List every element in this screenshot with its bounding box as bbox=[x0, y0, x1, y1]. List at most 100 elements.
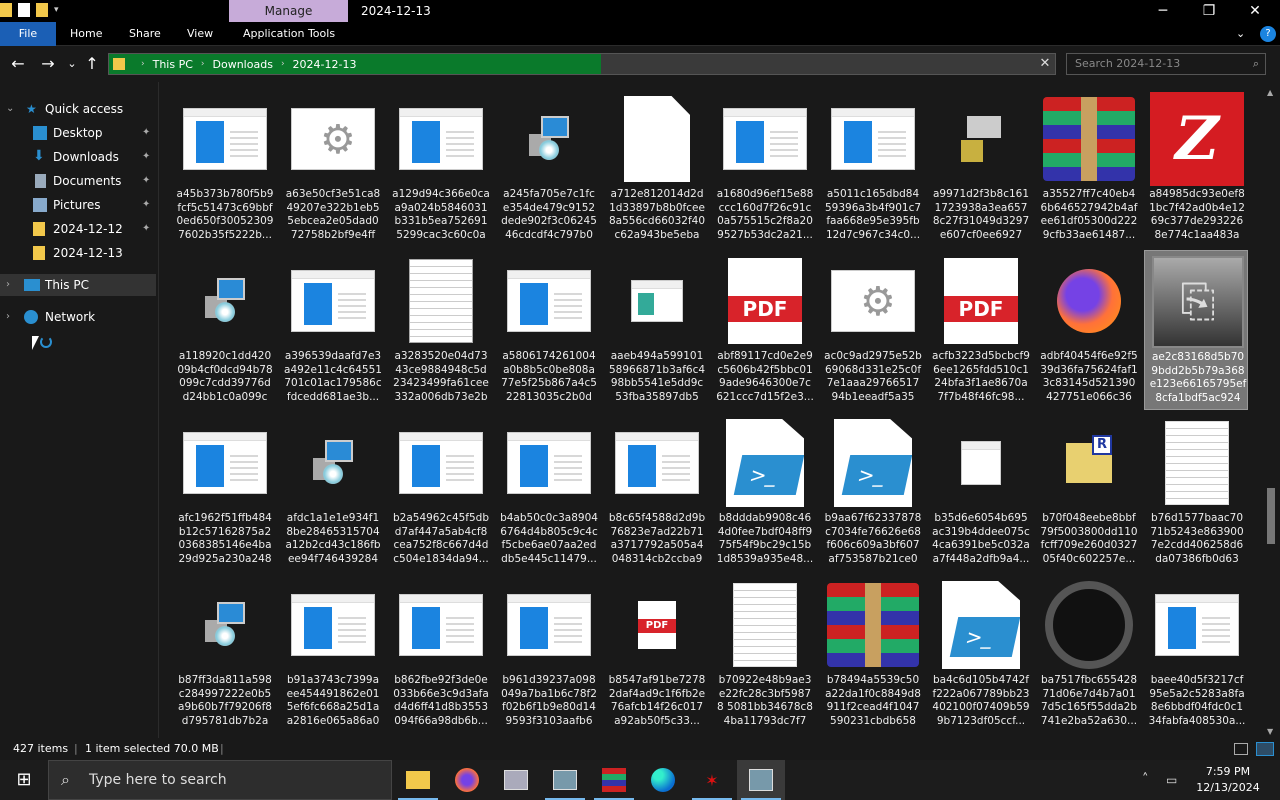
file-tile[interactable]: b862fbe92f3de0e033b66e3c9d3afad4d6ff41d8… bbox=[388, 574, 492, 734]
breadcrumb-this-pc[interactable]: This PC bbox=[153, 58, 193, 71]
file-tile[interactable]: Rb70f048eebe8bbf79f5003800dd110fcff709e2… bbox=[1036, 412, 1140, 572]
file-tile[interactable]: b91a3743c7399aee454491862e015ef6fc668a25… bbox=[280, 574, 384, 734]
file-tile[interactable]: >_ b9aa67f62337878c7034fe76626e68f606c609… bbox=[820, 412, 924, 572]
file-tile[interactable]: a5806174261004a0b8b5c0be808a77e5f25b867a… bbox=[496, 250, 600, 410]
app-taskbar-icon[interactable] bbox=[492, 760, 540, 800]
file-tile[interactable]: b961d39237a098049a7ba1b6c78f2f02b6f1b9e8… bbox=[496, 574, 600, 734]
file-tile[interactable]: b35d6e6054b695ac319b4ddee075c4ca6391be5c… bbox=[928, 412, 1032, 572]
file-tile[interactable]: a9971d2f3b8c1611723938a3ea6578c27f31049d… bbox=[928, 88, 1032, 248]
file-tile[interactable]: PDF b8547af91be72782daf4ad9c1f6fb2e76afcb… bbox=[604, 574, 708, 734]
file-tile[interactable]: a129d94c366e0caa9a024b5846031b331b5ea752… bbox=[388, 88, 492, 248]
file-tile[interactable]: ba7517fbc65542871d06e7d4b7a017d5c165f55d… bbox=[1036, 574, 1140, 734]
file-tile[interactable]: adbf40454f6e92f539d36fa75624faf13c83145d… bbox=[1036, 250, 1140, 410]
customize-qat-icon[interactable]: ▾ bbox=[54, 5, 59, 15]
file-tile[interactable]: baee40d5f3217cf95e5a2c5283a8fa8e6bbdf04f… bbox=[1144, 574, 1248, 734]
tab-home[interactable]: Home bbox=[56, 22, 116, 46]
manage-contextual-header[interactable]: Manage bbox=[229, 0, 348, 22]
pin-icon[interactable]: ✦ bbox=[142, 146, 150, 168]
breadcrumb-separator[interactable]: › bbox=[201, 59, 205, 69]
vertical-scrollbar[interactable]: ▲ ▼ bbox=[1265, 88, 1277, 736]
file-tile[interactable]: ⎘ ae2c83168d5b709bdd2b5b79a368e123e661657… bbox=[1144, 250, 1248, 410]
file-tile[interactable]: a396539daafd7e3a492e11c4c64551701c01ac17… bbox=[280, 250, 384, 410]
details-view-icon[interactable] bbox=[1234, 743, 1248, 755]
breadcrumb-downloads[interactable]: Downloads bbox=[213, 58, 273, 71]
scroll-down-icon[interactable]: ▼ bbox=[1267, 727, 1273, 736]
sidebar-this-pc[interactable]: › This PC bbox=[0, 274, 156, 296]
sidebar-item-downloads[interactable]: ⬇ Downloads ✦ bbox=[0, 146, 156, 168]
file-tile[interactable]: a712e812014d2d1d33897b8b0fcee8a556cd6603… bbox=[604, 88, 708, 248]
taskbar-clock[interactable]: 7:59 PM 12/13/2024 bbox=[1192, 764, 1264, 796]
file-tile[interactable]: b78494a5539c50a22da1f0c8849d8911f2cead4f… bbox=[820, 574, 924, 734]
tab-file[interactable]: File bbox=[0, 22, 56, 46]
collapse-chevron-icon[interactable]: › bbox=[6, 306, 10, 328]
tab-application-tools[interactable]: Application Tools bbox=[229, 22, 349, 46]
active-app-taskbar-icon[interactable] bbox=[737, 760, 785, 800]
file-tile[interactable]: b4ab50c0c3a89046764d4b805c9c4cf5cbe6ae07… bbox=[496, 412, 600, 572]
sidebar-item-documents[interactable]: Documents ✦ bbox=[0, 170, 156, 192]
minimize-button[interactable]: ─ bbox=[1140, 0, 1186, 22]
forward-button[interactable]: → bbox=[38, 54, 58, 74]
file-tile[interactable]: a45b373b780f5b9fcf5c51473c69bbf0ed650f30… bbox=[172, 88, 276, 248]
file-tile[interactable]: a245fa705e7c1fce354de479c9152dede902f3c0… bbox=[496, 88, 600, 248]
pin-icon[interactable]: ✦ bbox=[142, 170, 150, 192]
sidebar-item-desktop[interactable]: Desktop ✦ bbox=[0, 122, 156, 144]
back-button[interactable]: ← bbox=[8, 54, 28, 74]
file-tile[interactable]: b76d1577baac7071b5243e8639007e2cdd406258… bbox=[1144, 412, 1248, 572]
scrollbar-thumb[interactable] bbox=[1267, 488, 1275, 544]
file-tile[interactable]: ac0c9ad2975e52b69068d331e25c0f7e1aaa2976… bbox=[820, 250, 924, 410]
file-tile[interactable]: a3283520e04d7343ce9884948c5d23423499fa61… bbox=[388, 250, 492, 410]
tab-share[interactable]: Share bbox=[115, 22, 175, 46]
pin-icon[interactable]: ✦ bbox=[142, 218, 150, 240]
show-hidden-icons-button[interactable]: ˄ bbox=[1142, 760, 1149, 800]
installer-taskbar-icon[interactable] bbox=[541, 760, 589, 800]
file-tile[interactable]: b87ff3da811a598c284997222e0b5a9b60b7f792… bbox=[172, 574, 276, 734]
expand-ribbon-icon[interactable]: ⌄ bbox=[1232, 22, 1249, 46]
edge-taskbar-icon[interactable] bbox=[639, 760, 687, 800]
file-tile[interactable]: b8c65f4588d2d9b76823e7ad22b71a3717792a50… bbox=[604, 412, 708, 572]
properties-icon[interactable] bbox=[18, 3, 30, 17]
help-icon[interactable]: ? bbox=[1260, 26, 1276, 42]
tab-view[interactable]: View bbox=[173, 22, 227, 46]
sidebar-item-pictures[interactable]: Pictures ✦ bbox=[0, 194, 156, 216]
large-icons-view-icon[interactable] bbox=[1256, 742, 1274, 756]
sidebar-quick-access[interactable]: ⌄ ★ Quick access bbox=[0, 98, 156, 120]
breadcrumb-separator[interactable]: › bbox=[141, 59, 145, 69]
sidebar-network[interactable]: › Network bbox=[0, 306, 156, 328]
scroll-up-icon[interactable]: ▲ bbox=[1267, 88, 1273, 97]
recent-locations-button[interactable]: ⌄ bbox=[62, 54, 82, 74]
up-button[interactable]: ↑ bbox=[82, 54, 102, 74]
search-input[interactable]: Search 2024-12-13 ⌕ bbox=[1066, 53, 1266, 75]
collapse-chevron-icon[interactable]: › bbox=[6, 274, 10, 296]
breadcrumb-separator[interactable]: › bbox=[281, 59, 285, 69]
new-folder-icon[interactable] bbox=[36, 3, 48, 17]
close-button[interactable]: ✕ bbox=[1232, 0, 1278, 22]
start-button[interactable]: ⊞ bbox=[0, 760, 48, 800]
breadcrumb-current[interactable]: 2024-12-13 bbox=[293, 58, 357, 71]
pane-splitter[interactable] bbox=[158, 82, 159, 738]
file-tile[interactable]: Za84985dc93e0ef81bc7f42ad0b4e1269c377de2… bbox=[1144, 88, 1248, 248]
sidebar-item-2024-12-13[interactable]: 2024-12-13 bbox=[0, 242, 156, 264]
file-tile[interactable]: a63e50cf3e51ca849207e322b1eb55ebcea2e05d… bbox=[280, 88, 384, 248]
clear-address-icon[interactable]: ✕ bbox=[1037, 56, 1053, 72]
file-tile[interactable]: afdc1a1e1e934f18be28465315704a12b2cd43c1… bbox=[280, 412, 384, 572]
file-tile[interactable]: PDF acfb3223d5bcbcf96ee1265fdd510c124bfa3… bbox=[928, 250, 1032, 410]
address-bar[interactable]: › This PC › Downloads › 2024-12-13 ✕ bbox=[108, 53, 1056, 75]
file-tile[interactable]: aaeb494a59910158966871b3af6c498bb5541e5d… bbox=[604, 250, 708, 410]
taskbar-search-input[interactable]: ⌕ Type here to search bbox=[48, 760, 392, 800]
file-tile[interactable]: b2a54962c45f5dbd7af447a5ab4cf8cea752f8c6… bbox=[388, 412, 492, 572]
file-tile[interactable]: PDF abf89117cd0e2e9c5606b42f5bbc019ade964… bbox=[712, 250, 816, 410]
expand-chevron-icon[interactable]: ⌄ bbox=[6, 98, 14, 120]
winrar-taskbar-icon[interactable] bbox=[590, 760, 638, 800]
network-tray-icon[interactable]: ▭ bbox=[1166, 760, 1177, 800]
mixer-taskbar-icon[interactable]: ✶ bbox=[688, 760, 736, 800]
file-tile[interactable]: >_ b8dddab9908c464d0fee7bdf048ff975f54f9b… bbox=[712, 412, 816, 572]
pin-icon[interactable]: ✦ bbox=[142, 122, 150, 144]
file-tile[interactable]: b70922e48b9ae3e22fc28c3bf59878 5081bb346… bbox=[712, 574, 816, 734]
file-tile[interactable]: a118920c1dd42009b4cf0dcd94b78099c7cdd397… bbox=[172, 250, 276, 410]
sidebar-item-2024-12-12[interactable]: 2024-12-12 ✦ bbox=[0, 218, 156, 240]
file-tile[interactable]: >_ ba4c6d105b4742ff222a067789bb23402100f0… bbox=[928, 574, 1032, 734]
file-tile[interactable]: a1680d96ef15e88ccc160d7f26c91c0a575515c2… bbox=[712, 88, 816, 248]
file-tile[interactable]: a5011c165dbd8459396a3b4f901c7faa668e95e3… bbox=[820, 88, 924, 248]
firefox-taskbar-icon[interactable] bbox=[443, 760, 491, 800]
restore-button[interactable]: ❐ bbox=[1186, 0, 1232, 22]
